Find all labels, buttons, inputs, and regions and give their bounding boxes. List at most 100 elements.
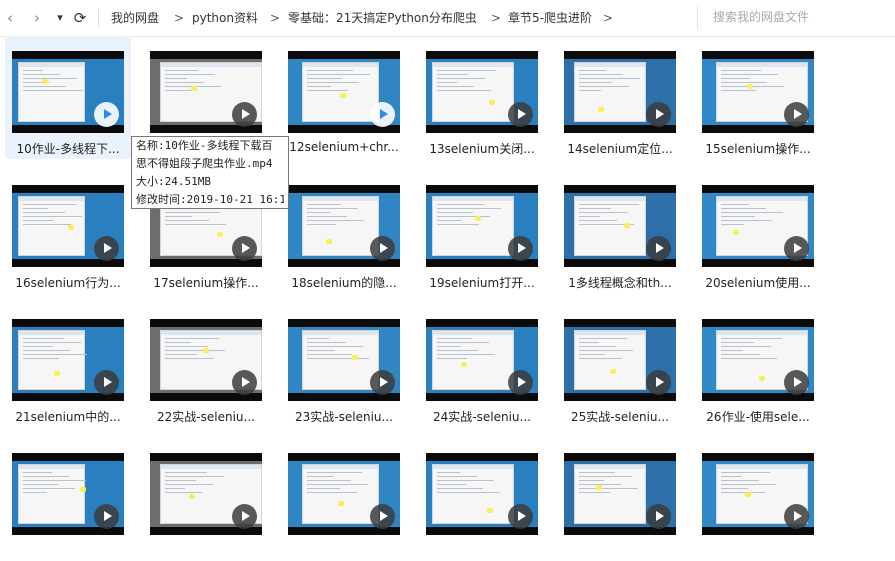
breadcrumb-separator: > [270,11,281,25]
video-thumbnail [426,319,538,401]
search-input[interactable]: 搜索我的网盘文件 [713,9,809,25]
file-name: 24实战-seleniu... [433,410,531,424]
file-tile[interactable] [557,438,683,561]
file-tile[interactable]: 13selenium关闭... [419,36,545,159]
play-icon[interactable] [370,102,395,127]
file-grid: 10作业-多线程下... 12selenium+chr... 13selenium关… [0,36,895,535]
play-icon[interactable] [232,102,257,127]
file-name: 22实战-seleniu... [157,410,255,424]
file-tile[interactable]: 21selenium中的... [5,304,131,427]
file-name: 16selenium行为... [15,276,121,290]
play-icon[interactable] [784,102,809,127]
refresh-icon[interactable]: ⟳ [72,9,88,27]
play-icon[interactable] [232,504,257,529]
thumbnail-window [574,196,646,256]
play-icon[interactable] [646,370,671,395]
play-icon[interactable] [646,102,671,127]
play-icon[interactable] [784,504,809,529]
file-tile[interactable] [281,438,407,561]
file-tile[interactable]: 19selenium打开... [419,170,545,293]
cursor-highlight [759,376,765,381]
tooltip-name-line1: 名称:10作业-多线程下载百 [136,139,273,152]
cursor-highlight [54,371,60,376]
file-tile[interactable]: 16selenium行为... [5,170,131,293]
file-tile[interactable]: 24实战-seleniu... [419,304,545,427]
thumbnail-window [574,62,646,122]
thumbnail-window [302,330,379,390]
forward-arrow-icon[interactable]: › [30,9,44,27]
file-tile[interactable]: 23实战-seleniu... [281,304,407,427]
file-tile[interactable]: 20selenium使用... [695,170,821,293]
file-name: 15selenium操作... [705,142,811,156]
play-icon[interactable] [370,504,395,529]
file-name: 20selenium使用... [705,276,811,290]
file-tile[interactable]: 12selenium+chr... [281,36,407,159]
search-divider [697,6,698,30]
cursor-highlight [191,86,197,91]
back-arrow-icon[interactable]: ‹ [3,9,17,27]
file-tile[interactable] [5,438,131,561]
play-icon[interactable] [232,370,257,395]
file-tile[interactable]: 14selenium定位... [557,36,683,159]
video-thumbnail [426,453,538,535]
cursor-highlight [42,79,48,84]
tooltip-size: 大小:24.51MB [136,175,211,188]
play-icon[interactable] [508,236,533,261]
file-name: 10作业-多线程下... [16,142,120,156]
video-thumbnail [288,319,400,401]
file-name: 18selenium的隐... [291,276,397,290]
cursor-highlight [189,494,195,499]
play-icon[interactable] [370,236,395,261]
play-icon[interactable] [94,102,119,127]
cursor-highlight [352,355,358,360]
play-icon[interactable] [784,370,809,395]
thumbnail-window [574,330,646,390]
play-icon[interactable] [94,236,119,261]
file-tile[interactable]: 26作业-使用sele... [695,304,821,427]
breadcrumb-item-chapter5[interactable]: 章节5-爬虫进阶 [508,10,592,26]
cursor-highlight [326,239,332,244]
video-thumbnail [702,185,814,267]
history-dropdown-icon[interactable]: ▾ [54,9,66,27]
file-name: 17selenium操作... [153,276,259,290]
cursor-highlight [745,492,751,497]
file-tile[interactable] [695,438,821,561]
file-tile[interactable]: 1多线程概念和th... [557,170,683,293]
play-icon[interactable] [646,504,671,529]
breadcrumb-item-course[interactable]: 零基础：21天搞定Python分布爬虫 [288,10,477,26]
breadcrumb-separator: > [603,11,614,25]
file-name: 21selenium中的... [15,410,121,424]
play-icon[interactable] [94,370,119,395]
video-thumbnail [150,453,262,535]
video-thumbnail [564,51,676,133]
file-tile[interactable] [143,438,269,561]
play-icon[interactable] [646,236,671,261]
cursor-highlight [624,223,630,228]
file-tile[interactable]: 25实战-seleniu... [557,304,683,427]
cursor-highlight [487,508,493,513]
play-icon[interactable] [508,102,533,127]
play-icon[interactable] [232,236,257,261]
thumbnail-window [432,196,514,256]
video-thumbnail [288,453,400,535]
file-tile[interactable]: 10作业-多线程下... [5,36,131,159]
play-icon[interactable] [508,504,533,529]
cursor-highlight [610,369,616,374]
breadcrumb-item-python-materials[interactable]: python资料 [192,10,258,26]
thumbnail-window [18,330,87,390]
breadcrumb-item-my-drive[interactable]: 我的网盘 [111,10,159,26]
play-icon[interactable] [94,504,119,529]
tooltip-name-line2: 思不得姐段子爬虫作业.mp4 [136,157,273,170]
file-tile[interactable] [419,438,545,561]
file-tile[interactable]: 15selenium操作... [695,36,821,159]
file-tile[interactable]: 18selenium的隐... [281,170,407,293]
cursor-highlight [68,225,74,230]
thumbnail-window [18,196,85,256]
play-icon[interactable] [508,370,533,395]
cursor-highlight [338,501,344,506]
play-icon[interactable] [784,236,809,261]
file-tile[interactable]: 22实战-seleniu... [143,304,269,427]
play-icon[interactable] [370,370,395,395]
cursor-highlight [489,100,495,105]
cursor-highlight [747,84,753,89]
